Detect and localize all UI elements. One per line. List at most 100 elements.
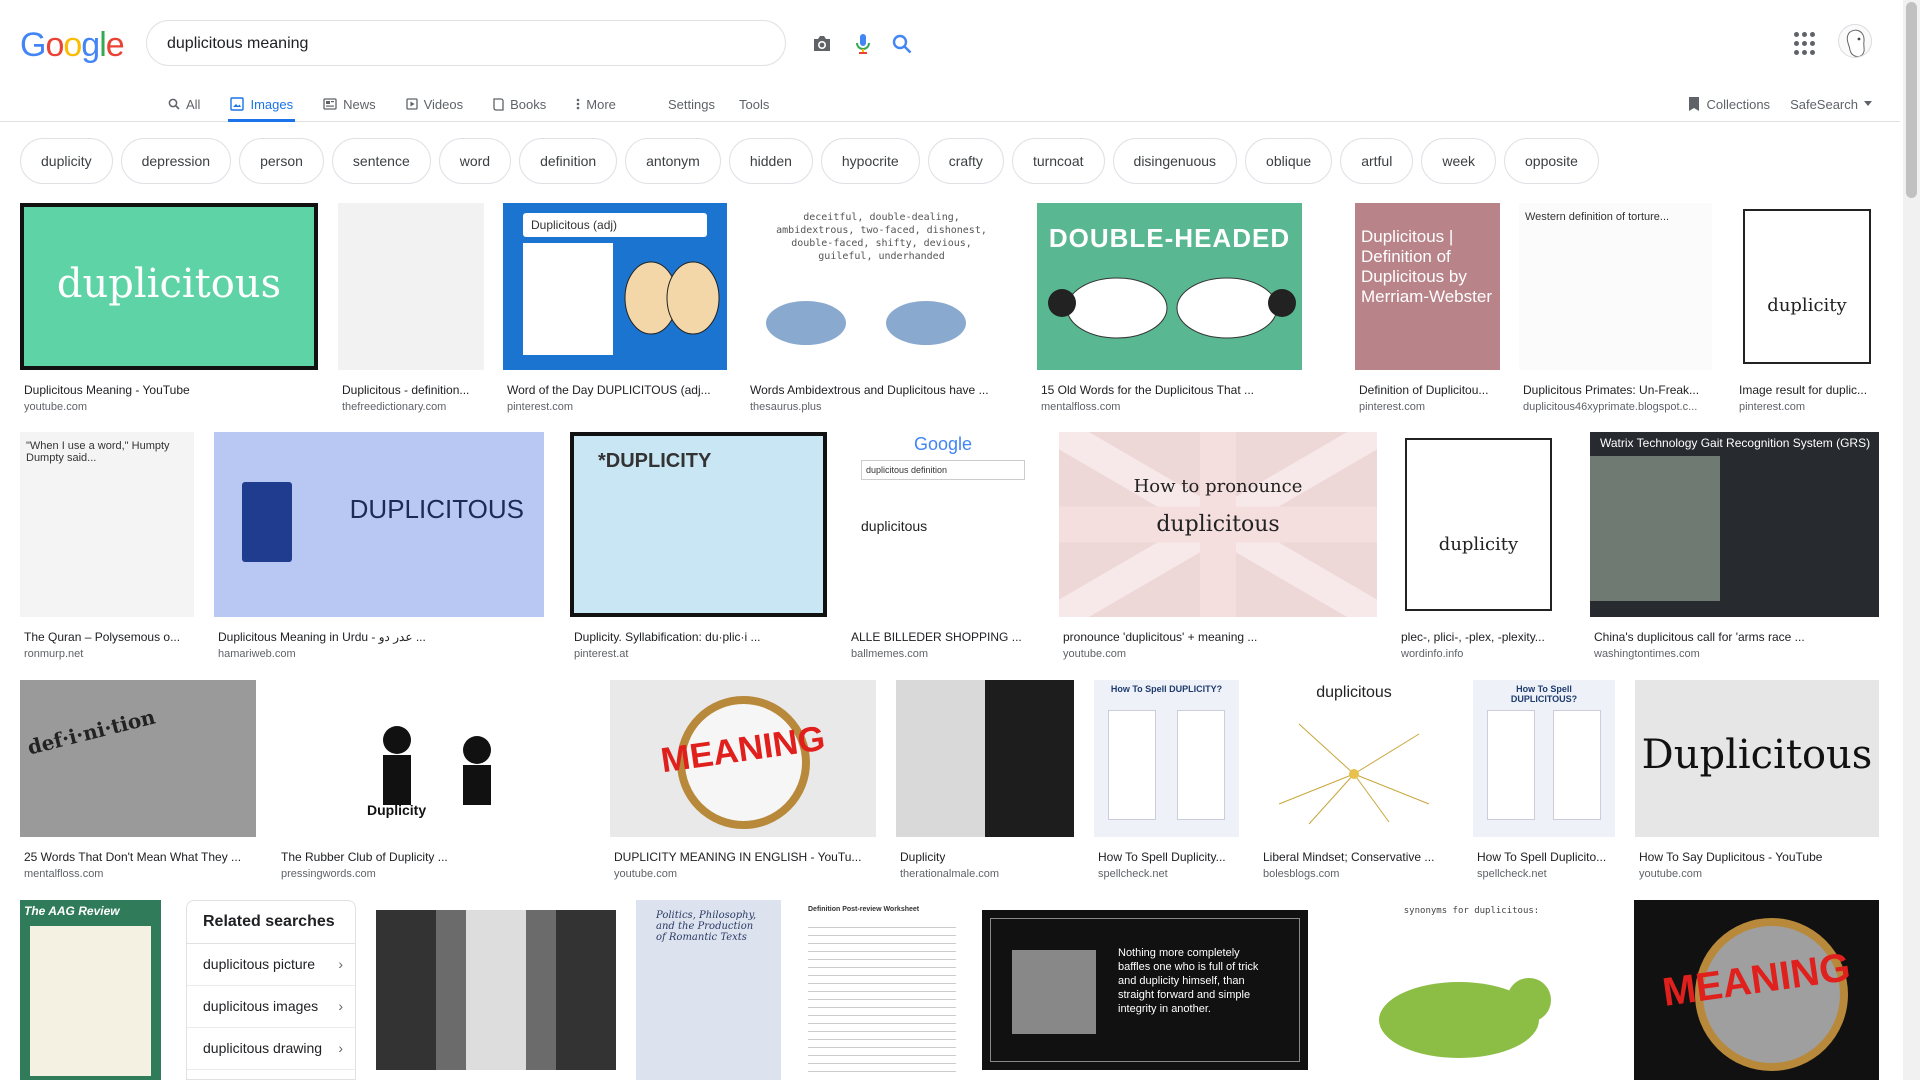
result-title[interactable]: Duplicity <box>900 850 1072 864</box>
result-thumbnail[interactable]: duplicity <box>1735 203 1879 370</box>
result-thumbnail[interactable]: *DUPLICITY <box>570 432 827 617</box>
result-source[interactable]: hamariweb.com <box>218 648 542 660</box>
chip-hypocrite[interactable]: hypocrite <box>820 138 920 184</box>
result-source[interactable]: youtube.com <box>1639 868 1877 880</box>
result-thumbnail[interactable]: Western definition of torture... <box>1519 203 1712 370</box>
result-title[interactable]: 25 Words That Don't Mean What They ... <box>24 850 254 864</box>
result-source[interactable]: duplicitous46xyprimate.blogspot.c... <box>1523 401 1710 413</box>
result-title[interactable]: Image result for duplic... <box>1739 383 1877 397</box>
result-title[interactable]: ALLE BILLEDER SHOPPING ... <box>851 630 1037 644</box>
result-title[interactable]: Duplicitous - definition... <box>342 383 482 397</box>
google-logo[interactable]: Google <box>20 26 125 65</box>
result-title[interactable]: DUPLICITY MEANING IN ENGLISH - YouTu... <box>614 850 874 864</box>
result-title[interactable]: Duplicity. Syllabification: du·plic·i ..… <box>574 630 825 644</box>
result-thumbnail[interactable] <box>376 910 616 1070</box>
result-source[interactable]: therationalmale.com <box>900 868 1072 880</box>
result-source[interactable]: spellcheck.net <box>1477 868 1613 880</box>
result-thumbnail[interactable]: DOUBLE-HEADED <box>1037 203 1302 370</box>
result-thumbnail[interactable]: How To Spell DUPLICITY? <box>1094 680 1239 837</box>
result-thumbnail[interactable]: duplicitous <box>20 203 318 370</box>
avatar[interactable] <box>1838 24 1872 58</box>
result-title[interactable]: The Quran – Polysemous o... <box>24 630 192 644</box>
result-source[interactable]: wordinfo.info <box>1401 648 1558 660</box>
result-thumbnail[interactable]: "When I use a word," Humpty Dumpty said.… <box>20 432 194 617</box>
result-title[interactable]: Liberal Mindset; Conservative ... <box>1263 850 1447 864</box>
result-thumbnail[interactable]: The AAG Review <box>20 900 161 1080</box>
scrollbar[interactable] <box>1903 0 1920 1080</box>
tab-images[interactable]: Images <box>228 86 295 122</box>
result-title[interactable]: How To Spell Duplicity... <box>1098 850 1237 864</box>
tab-more[interactable]: More <box>574 86 618 122</box>
chip-week[interactable]: week <box>1421 138 1497 184</box>
result-source[interactable]: pressingwords.com <box>281 868 588 880</box>
result-title[interactable]: Words Ambidextrous and Duplicitous have … <box>750 383 1015 397</box>
result-title[interactable]: The Rubber Club of Duplicity ... <box>281 850 588 864</box>
chip-sentence[interactable]: sentence <box>331 138 431 184</box>
result-thumbnail[interactable]: Watrix Technology Gait Recognition Syste… <box>1590 432 1879 617</box>
result-thumbnail[interactable]: Definition Post-review Worksheet <box>802 900 962 1080</box>
scrollbar-thumb[interactable] <box>1906 2 1917 198</box>
result-source[interactable]: pinterest.at <box>574 648 825 660</box>
result-title[interactable]: Duplicitous Meaning in Urdu - عدر دو ... <box>218 630 542 644</box>
result-thumbnail[interactable]: MEANING <box>610 680 876 837</box>
result-thumbnail[interactable]: DUPLICITOUS <box>214 432 544 617</box>
chip-definition[interactable]: definition <box>519 138 618 184</box>
result-title[interactable]: How To Say Duplicitous - YouTube <box>1639 850 1877 864</box>
result-title[interactable]: How To Spell Duplicito... <box>1477 850 1613 864</box>
related-search-item[interactable]: duplicitous picture › <box>187 944 355 986</box>
result-source[interactable]: mentalfloss.com <box>24 868 254 880</box>
tab-news[interactable]: News <box>321 86 378 122</box>
safesearch-dropdown[interactable]: SafeSearch <box>1790 97 1872 112</box>
result-thumbnail[interactable]: duplicitous <box>1259 680 1449 837</box>
result-source[interactable]: pinterest.com <box>507 401 725 413</box>
chip-crafty[interactable]: crafty <box>927 138 1004 184</box>
tab-books[interactable]: Books <box>491 86 548 122</box>
result-title[interactable]: plec-, plici-, -plex, -plexity... <box>1401 630 1558 644</box>
result-thumbnail[interactable]: Duplicitous <box>1635 680 1879 837</box>
result-thumbnail[interactable]: deceitful, double-dealing, ambidextrous,… <box>746 203 1017 370</box>
result-source[interactable]: mentalfloss.com <box>1041 401 1300 413</box>
result-thumbnail[interactable]: How To Spell DUPLICITOUS? <box>1473 680 1615 837</box>
related-search-item[interactable]: duplicitous drawing › <box>187 1028 355 1070</box>
result-source[interactable]: ronmurp.net <box>24 648 192 660</box>
collections-link[interactable]: Collections <box>1688 96 1770 112</box>
chip-oblique[interactable]: oblique <box>1245 138 1333 184</box>
result-thumbnail[interactable] <box>338 203 484 370</box>
result-thumbnail[interactable]: def·i·ni·tion <box>20 680 256 837</box>
result-thumbnail[interactable]: Nothing more completely baffles one who … <box>982 910 1308 1070</box>
result-title[interactable]: Word of the Day DUPLICITOUS (adj... <box>507 383 725 397</box>
result-thumbnail[interactable]: Duplicity <box>277 680 590 837</box>
result-source[interactable]: pinterest.com <box>1359 401 1498 413</box>
result-thumbnail[interactable] <box>896 680 1074 837</box>
result-source[interactable]: youtube.com <box>1063 648 1375 660</box>
result-thumbnail[interactable]: Duplicitous | Definition of Duplicitous … <box>1355 203 1500 370</box>
result-source[interactable]: bolesblogs.com <box>1263 868 1447 880</box>
chip-antonym[interactable]: antonym <box>625 138 721 184</box>
result-source[interactable]: youtube.com <box>614 868 874 880</box>
result-thumbnail[interactable]: Google duplicitous definition duplicitous <box>847 432 1039 617</box>
result-thumbnail[interactable]: MEANING <box>1634 900 1879 1080</box>
result-title[interactable]: China's duplicitous call for 'arms race … <box>1594 630 1877 644</box>
settings-link[interactable]: Settings <box>668 97 715 112</box>
search-icon[interactable] <box>889 31 915 57</box>
result-thumbnail[interactable]: Politics, Philosophy, and the Production… <box>636 900 781 1080</box>
result-title[interactable]: Duplicitous Meaning - YouTube <box>24 383 316 397</box>
chip-word[interactable]: word <box>438 138 512 184</box>
result-thumbnail[interactable]: duplicity <box>1397 432 1560 617</box>
chip-artful[interactable]: artful <box>1340 138 1414 184</box>
result-source[interactable]: youtube.com <box>24 401 316 413</box>
result-title[interactable]: pronounce 'duplicitous' + meaning ... <box>1063 630 1375 644</box>
tab-all[interactable]: All <box>166 86 202 122</box>
chip-disingenuous[interactable]: disingenuous <box>1112 138 1238 184</box>
result-source[interactable]: thesaurus.plus <box>750 401 1015 413</box>
related-search-item[interactable]: duplicitous images › <box>187 986 355 1028</box>
result-title[interactable]: Definition of Duplicitou... <box>1359 383 1498 397</box>
result-source[interactable]: pinterest.com <box>1739 401 1877 413</box>
microphone-icon[interactable] <box>850 31 876 57</box>
apps-grid-icon[interactable] <box>1794 32 1818 56</box>
result-thumbnail[interactable]: How to pronounce duplicitous <box>1059 432 1377 617</box>
result-source[interactable]: washingtontimes.com <box>1594 648 1877 660</box>
chip-duplicity[interactable]: duplicity <box>20 138 113 184</box>
chip-turncoat[interactable]: turncoat <box>1011 138 1105 184</box>
tab-videos[interactable]: Videos <box>404 86 466 122</box>
